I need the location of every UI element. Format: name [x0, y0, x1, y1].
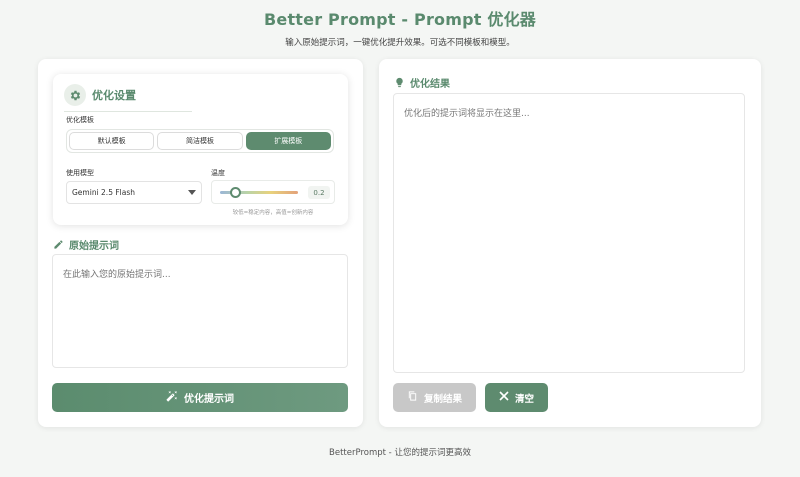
template-concise-button[interactable]: 简洁模板 — [157, 132, 243, 150]
temperature-value: 0.2 — [308, 186, 330, 199]
optimize-button-label: 优化提示词 — [184, 394, 234, 405]
page-title: Better Prompt - Prompt 优化器 — [264, 10, 536, 29]
copy-result-label: 复制结果 — [423, 393, 462, 405]
input-panel: 优化设置 优化模板 默认模板 简洁模板 扩展模板 使用模型 Gemini 2.5… — [38, 59, 363, 427]
settings-title: 优化设置 — [92, 89, 136, 102]
result-output[interactable]: 优化后的提示词将显示在这里... — [393, 93, 745, 373]
footer: BetterPrompt - 让您的提示词更高效 — [329, 448, 471, 458]
settings-divider — [64, 111, 192, 112]
pencil-icon — [53, 235, 64, 254]
caret-down-icon — [188, 188, 196, 197]
original-prompt-header: 原始提示词 — [53, 235, 119, 254]
temperature-slider-thumb[interactable] — [230, 187, 242, 198]
original-prompt-input[interactable] — [52, 254, 348, 368]
model-label: 使用模型 — [66, 169, 94, 177]
result-panel: 优化结果 优化后的提示词将显示在这里... 复制结果 清空 — [379, 59, 761, 427]
clear-label: 清空 — [514, 393, 534, 405]
temperature-control: 0.2 — [211, 180, 335, 204]
settings-card: 优化设置 优化模板 默认模板 简洁模板 扩展模板 使用模型 Gemini 2.5… — [53, 74, 348, 225]
model-select-value: Gemini 2.5 Flash — [72, 188, 136, 197]
template-label: 优化模板 — [66, 116, 94, 124]
result-placeholder: 优化后的提示词将显示在这里... — [404, 109, 530, 119]
result-header: 优化结果 — [394, 73, 450, 92]
result-title: 优化结果 — [410, 79, 450, 90]
original-prompt-title: 原始提示词 — [69, 241, 119, 252]
temperature-label: 温度 — [211, 169, 225, 177]
settings-header: 优化设置 — [64, 84, 136, 106]
gear-icon — [64, 84, 86, 106]
model-select[interactable]: Gemini 2.5 Flash — [66, 181, 202, 204]
clear-button[interactable]: 清空 — [485, 383, 548, 412]
copy-icon — [407, 390, 418, 405]
temperature-hint: 较低=稳定内容，高值=创新内容 — [232, 210, 314, 216]
page-subtitle: 输入原始提示词，一键优化提升效果。可选不同模板和模型。 — [285, 38, 515, 48]
template-selector: 默认模板 简洁模板 扩展模板 — [66, 129, 334, 153]
copy-result-button[interactable]: 复制结果 — [393, 383, 476, 412]
template-default-button[interactable]: 默认模板 — [69, 132, 155, 150]
template-extended-button[interactable]: 扩展模板 — [245, 132, 331, 150]
close-icon — [499, 391, 509, 404]
magic-wand-icon — [166, 390, 178, 405]
optimize-button[interactable]: 优化提示词 — [52, 383, 348, 412]
lightbulb-icon — [394, 73, 405, 92]
